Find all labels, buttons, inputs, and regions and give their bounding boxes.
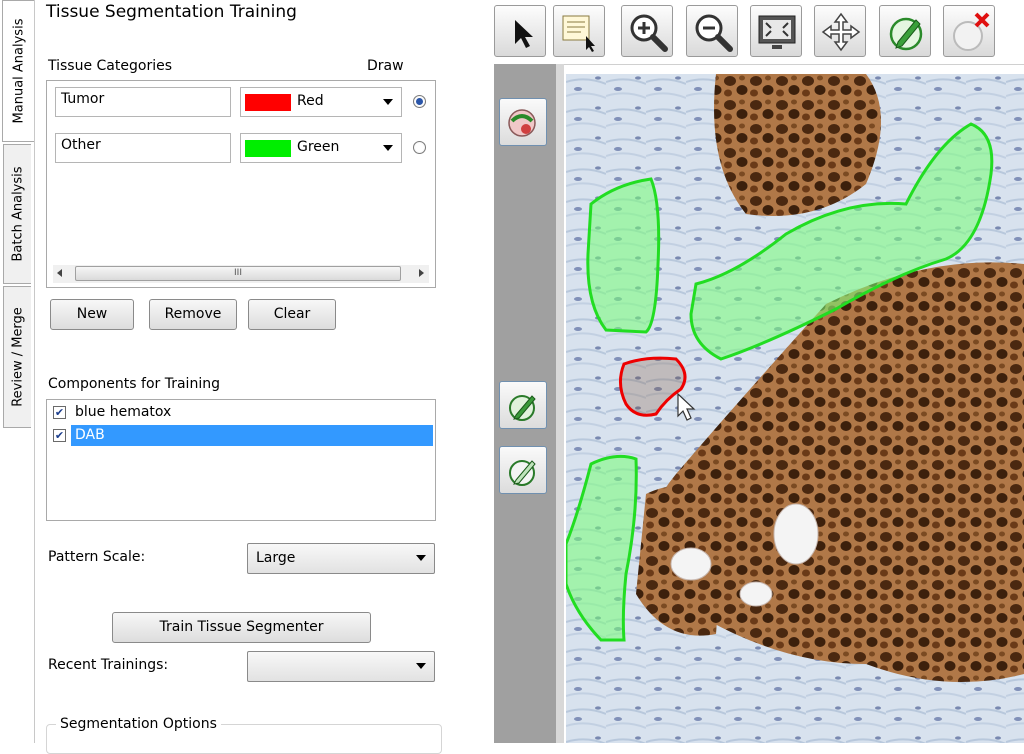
annotation-tool-button[interactable] [499, 381, 547, 429]
recent-trainings-select[interactable] [247, 651, 435, 682]
chevron-down-icon [416, 663, 426, 669]
fit-to-screen-button[interactable] [750, 5, 802, 57]
category-color-select[interactable]: Red [240, 87, 402, 117]
zoom-out-button[interactable] [686, 5, 738, 57]
recent-trainings-label: Recent Trainings: [48, 657, 169, 673]
tissue-image [566, 74, 1024, 743]
clear-button[interactable]: Clear [248, 299, 336, 330]
chevron-down-icon [416, 555, 426, 561]
annotation-tool-button-2[interactable] [499, 446, 547, 494]
pan-icon [821, 12, 861, 52]
category-color-select[interactable]: Green [240, 133, 402, 163]
zoom-in-icon [630, 14, 668, 52]
draw-region-button[interactable] [879, 5, 931, 57]
pointer-tool-button[interactable] [494, 5, 546, 57]
tissue-image-viewer[interactable] [566, 74, 1024, 743]
component-label: DAB [75, 427, 105, 443]
segmentation-options-label: Segmentation Options [56, 716, 221, 732]
fit-to-screen-icon [758, 15, 796, 49]
pan-button[interactable] [814, 5, 866, 57]
check-icon[interactable]: ✔ [53, 429, 66, 442]
components-label: Components for Training [48, 376, 220, 392]
annotation-outline-icon [509, 460, 536, 486]
horizontal-scrollbar[interactable]: III [53, 265, 429, 283]
color-name: Red [297, 93, 324, 109]
layer-toggle-button[interactable] [499, 98, 547, 146]
pattern-scale-label: Pattern Scale: [48, 549, 146, 565]
tab-label: Manual Analysis [11, 18, 26, 124]
scroll-left-icon[interactable] [57, 269, 62, 277]
scroll-right-icon[interactable] [419, 269, 424, 277]
list-item[interactable]: ✔ DAB [51, 425, 435, 446]
chevron-down-icon [383, 145, 393, 151]
category-name-input[interactable]: Other [55, 133, 231, 163]
category-name-input[interactable]: Tumor [55, 87, 231, 117]
delete-icon [953, 12, 990, 51]
color-swatch [245, 94, 291, 111]
color-swatch [245, 140, 291, 157]
annotation-icon [509, 395, 536, 421]
tab-batch-analysis[interactable]: Batch Analysis [3, 144, 31, 284]
remove-button[interactable]: Remove [149, 299, 237, 330]
selection-highlight [71, 425, 433, 446]
delete-region-button[interactable] [943, 5, 995, 57]
categories-list: Tumor Red Other Green III [46, 80, 436, 288]
list-item[interactable]: ✔ blue hematox [51, 403, 435, 423]
zoom-in-button[interactable] [621, 5, 673, 57]
tab-label: Batch Analysis [10, 166, 25, 262]
region-select-icon [562, 15, 595, 52]
tab-manual-analysis[interactable]: Manual Analysis [2, 0, 34, 142]
draw-radio-other[interactable] [413, 141, 426, 154]
train-tissue-segmenter-button[interactable]: Train Tissue Segmenter [112, 612, 371, 643]
component-label: blue hematox [75, 404, 172, 420]
tissue-categories-label: Tissue Categories [48, 58, 172, 74]
draw-region-icon [889, 17, 923, 51]
zoom-out-icon [695, 14, 733, 52]
segmentation-layer-icon [508, 109, 536, 137]
chevron-down-icon [383, 99, 393, 105]
pointer-icon [515, 20, 533, 48]
panel-title: Tissue Segmentation Training [46, 2, 297, 22]
side-tab-strip: Manual Analysis Batch Analysis Review / … [0, 0, 35, 743]
tab-review-merge[interactable]: Review / Merge [3, 286, 31, 428]
scroll-thumb[interactable]: III [75, 266, 401, 281]
select-value: Large [256, 550, 296, 566]
draw-label: Draw [367, 58, 404, 74]
region-select-button[interactable] [553, 5, 605, 57]
draw-radio-tumor[interactable] [413, 95, 426, 108]
new-button[interactable]: New [50, 299, 134, 330]
tab-label: Review / Merge [10, 307, 25, 407]
pattern-scale-select[interactable]: Large [247, 543, 435, 574]
color-name: Green [297, 139, 340, 155]
components-list: ✔ blue hematox ✔ DAB [46, 399, 436, 521]
check-icon[interactable]: ✔ [53, 406, 66, 419]
